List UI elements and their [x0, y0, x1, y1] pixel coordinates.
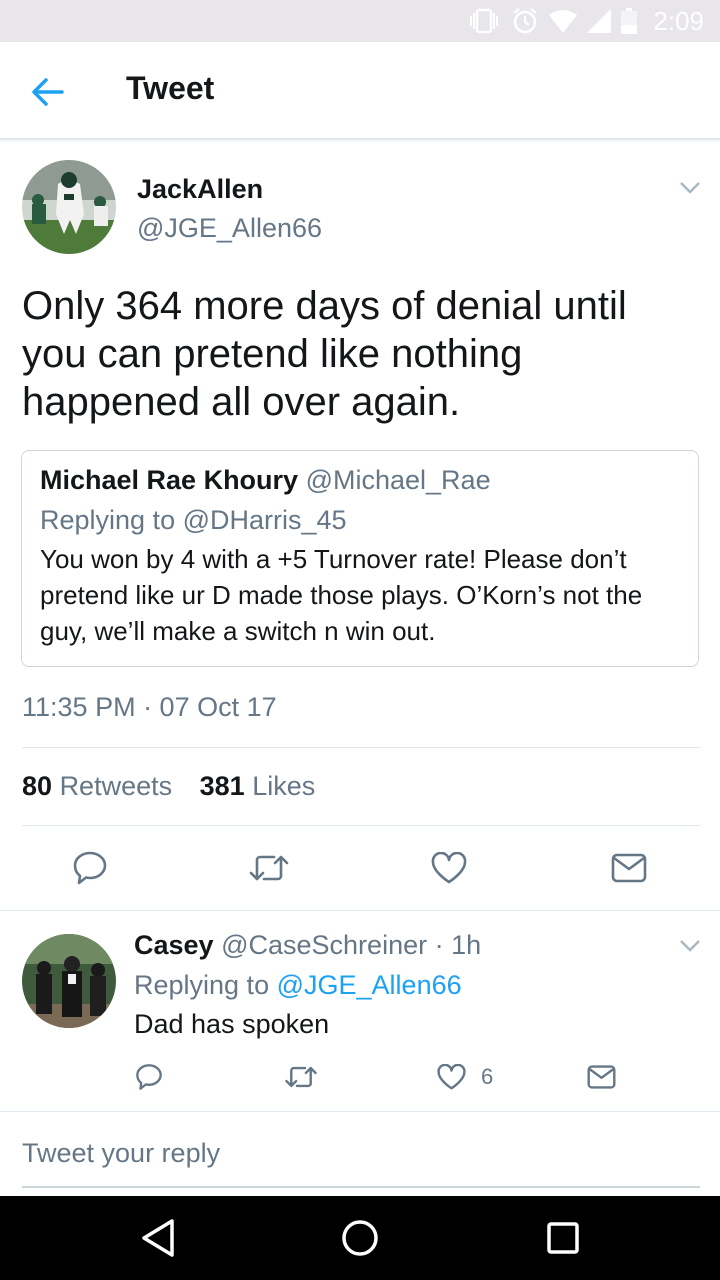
vibrate-icon	[467, 8, 501, 34]
divider	[22, 747, 700, 748]
chevron-down-icon[interactable]	[678, 180, 702, 196]
heart-icon[interactable]	[437, 1063, 466, 1095]
wifi-icon	[549, 9, 578, 33]
chevron-down-icon[interactable]	[678, 938, 702, 954]
reply-author-avatar[interactable]	[22, 934, 116, 1028]
clock-time: 2:09	[653, 5, 704, 36]
retweet-icon[interactable]	[284, 1064, 318, 1095]
reply-author-handle[interactable]: @CaseSchreiner · 1h	[221, 930, 481, 960]
reply-replying-to: Replying to @JGE_Allen66	[134, 970, 462, 1001]
recents-square-icon[interactable]	[547, 1222, 579, 1259]
heart-icon[interactable]	[431, 851, 467, 889]
battery-icon	[621, 8, 638, 34]
app-bar: Tweet	[0, 42, 720, 140]
reply-text: Dad has spoken	[134, 1009, 330, 1039]
likes-count: 381	[199, 771, 245, 801]
quoted-author-handle: @Michael_Rae	[305, 465, 491, 495]
status-bar: 2:09	[0, 0, 720, 42]
signal-icon	[587, 9, 612, 33]
retweet-icon[interactable]	[248, 852, 290, 889]
reply-composer-input[interactable]: Tweet your reply	[22, 1138, 220, 1169]
divider	[0, 1111, 720, 1112]
quoted-author-name: Michael Rae Khoury	[40, 465, 299, 495]
alarm-icon	[511, 7, 539, 35]
home-circle-icon[interactable]	[341, 1219, 379, 1262]
reply-header: Casey @CaseSchreiner · 1h	[134, 930, 481, 961]
tweet-text: Only 364 more days of denial until you c…	[22, 284, 627, 424]
retweets-stat[interactable]: 80 Retweets	[22, 771, 172, 801]
back-triangle-icon[interactable]	[140, 1218, 176, 1263]
quoted-tweet-header: Michael Rae Khoury @Michael_Rae	[40, 465, 491, 496]
author-avatar[interactable]	[22, 160, 116, 254]
page-title: Tweet	[126, 70, 215, 106]
envelope-icon[interactable]	[587, 1065, 616, 1094]
retweets-label: Retweets	[59, 771, 173, 801]
arrow-left-icon[interactable]	[28, 72, 68, 112]
quoted-replying-to: Replying to @DHarris_45	[40, 505, 347, 535]
reply-icon[interactable]	[135, 1063, 163, 1096]
retweets-count: 80	[22, 771, 53, 801]
likes-label: Likes	[252, 771, 316, 801]
quoted-tweet[interactable]: Michael Rae Khoury @Michael_Rae Replying…	[21, 450, 699, 667]
navigation-bar	[0, 1196, 720, 1280]
composer-underline	[22, 1186, 700, 1188]
replying-prefix: Replying to	[134, 970, 270, 1000]
tweet-timestamp: 11:35 PM · 07 Oct 17	[22, 692, 277, 722]
reply-icon[interactable]	[72, 850, 108, 891]
envelope-icon[interactable]	[611, 853, 647, 888]
divider	[0, 910, 720, 911]
author-handle[interactable]: @JGE_Allen66	[137, 213, 322, 244]
author-name[interactable]: JackAllen	[137, 174, 263, 205]
reply-author-name[interactable]: Casey	[134, 930, 214, 960]
divider	[22, 825, 700, 826]
likes-stat[interactable]: 381 Likes	[200, 771, 316, 801]
tweet-stats: 80 Retweets 381 Likes	[22, 771, 315, 802]
reply-like-count: 6	[481, 1064, 494, 1089]
quoted-tweet-text: You won by 4 with a +5 Turnover rate! Pl…	[40, 544, 643, 646]
replying-handle-link[interactable]: @JGE_Allen66	[277, 970, 462, 1000]
